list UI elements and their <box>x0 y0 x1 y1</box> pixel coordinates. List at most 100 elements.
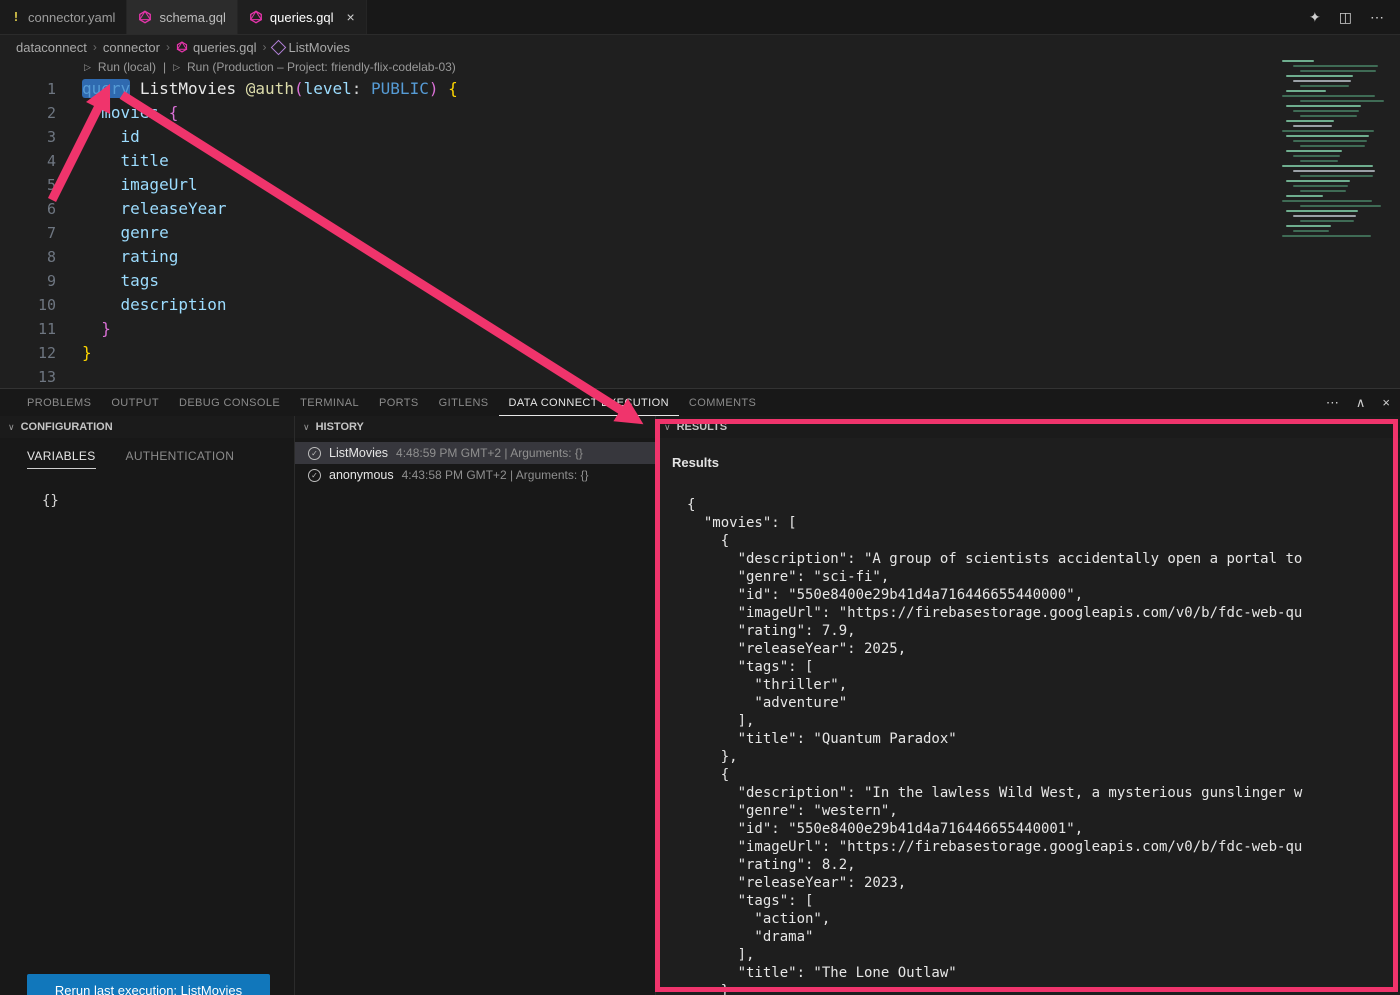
minimap-line <box>1300 175 1373 177</box>
minimap-line <box>1293 110 1359 112</box>
run-play-icon: ▷ <box>173 62 180 73</box>
history-entry-name: ListMovies <box>329 446 388 460</box>
tab-queries-gql[interactable]: queries.gql × <box>238 0 367 34</box>
more-actions-icon[interactable]: ⋯ <box>1326 395 1339 411</box>
code-line: 10 description <box>0 293 1270 317</box>
code-lines: 1query ListMovies @auth(level: PUBLIC) {… <box>0 77 1270 388</box>
minimap-line <box>1293 215 1356 217</box>
more-actions-icon[interactable]: ⋯ <box>1370 9 1384 26</box>
line-number: 10 <box>0 293 82 317</box>
tab-connector-yaml[interactable]: ! connector.yaml <box>0 0 127 34</box>
minimap-line <box>1282 95 1375 97</box>
history-entry[interactable]: ✓anonymous4:43:58 PM GMT+2 | Arguments: … <box>295 464 655 486</box>
tab-schema-gql[interactable]: schema.gql <box>127 0 237 34</box>
breadcrumb-separator-icon: › <box>166 40 170 54</box>
run-local-link[interactable]: Run (local) <box>98 60 156 74</box>
minimap-line <box>1300 220 1354 222</box>
breadcrumb-item-connector[interactable]: connector <box>103 40 160 55</box>
configuration-header[interactable]: ∨ CONFIGURATION <box>0 416 294 438</box>
panel-tab-bar: PROBLEMSOUTPUTDEBUG CONSOLETERMINALPORTS… <box>0 389 1270 416</box>
close-icon[interactable]: × <box>347 10 355 24</box>
minimap-line <box>1300 190 1346 192</box>
minimap-line <box>1282 165 1373 167</box>
results-subtitle: Results <box>672 455 1400 470</box>
minimap-line <box>1286 210 1358 212</box>
panel-tab-gitlens[interactable]: GITLENS <box>429 389 499 416</box>
line-number: 6 <box>0 197 82 221</box>
minimap-line <box>1282 200 1372 202</box>
line-number: 3 <box>0 125 82 149</box>
results-json-output[interactable]: { "movies": [ { "description": "A group … <box>687 496 1400 995</box>
minimap-line <box>1300 115 1357 117</box>
run-production-link[interactable]: Run (Production – Project: friendly-flix… <box>187 60 456 74</box>
highlighted-word: query <box>82 79 130 98</box>
line-number: 8 <box>0 245 82 269</box>
line-number: 5 <box>0 173 82 197</box>
code-editor[interactable]: ▷ Run (local) | ▷ Run (Production – Proj… <box>0 58 1400 388</box>
minimap-line <box>1293 155 1340 157</box>
minimap-line <box>1286 75 1353 77</box>
panel-tab-comments[interactable]: COMMENTS <box>679 389 766 416</box>
line-number: 9 <box>0 269 82 293</box>
breadcrumb-item-dataconnect[interactable]: dataconnect <box>16 40 87 55</box>
line-number: 11 <box>0 317 82 341</box>
rerun-last-execution-button[interactable]: Rerun last execution: ListMovies <box>27 974 270 995</box>
tab-label: schema.gql <box>159 10 225 25</box>
code-line: 2 movies { <box>0 101 1270 125</box>
minimap-line <box>1286 105 1361 107</box>
results-header[interactable]: ∨ RESULTS <box>656 416 1400 438</box>
line-number: 1 <box>0 77 82 101</box>
history-entry-meta: 4:48:59 PM GMT+2 | Arguments: {} <box>396 446 583 460</box>
breadcrumb-item-listmovies[interactable]: ListMovies <box>273 40 350 55</box>
tab-authentication[interactable]: AUTHENTICATION <box>126 449 235 469</box>
success-check-icon: ✓ <box>308 447 321 460</box>
panel-tab-debug-console[interactable]: DEBUG CONSOLE <box>169 389 290 416</box>
bottom-panel: PROBLEMSOUTPUTDEBUG CONSOLETERMINALPORTS… <box>0 388 1400 995</box>
code-line: 1query ListMovies @auth(level: PUBLIC) { <box>0 77 1270 101</box>
code-line: 11 } <box>0 317 1270 341</box>
code-line: 6 releaseYear <box>0 197 1270 221</box>
copilot-icon[interactable]: ✦ <box>1309 9 1321 26</box>
panel-tab-terminal[interactable]: TERMINAL <box>290 389 369 416</box>
minimap-line <box>1300 85 1349 87</box>
codelens-bar: ▷ Run (local) | ▷ Run (Production – Proj… <box>84 60 456 74</box>
code-line: 9 tags <box>0 269 1270 293</box>
panel-tab-data-connect-execution[interactable]: DATA CONNECT EXECUTION <box>499 389 679 416</box>
history-section: ∨ HISTORY ✓ ListMovies 4:48:59 PM GMT+2 | … <box>295 416 656 995</box>
code-line: 3 id <box>0 125 1270 149</box>
history-entry[interactable]: ✓ ListMovies 4:48:59 PM GMT+2 | Arguments:… <box>295 442 655 464</box>
code-line: 8 rating <box>0 245 1270 269</box>
breadcrumb-item-queries-gql[interactable]: queries.gql <box>176 40 257 55</box>
minimap-line <box>1286 195 1323 197</box>
tab-variables[interactable]: VARIABLES <box>27 449 96 469</box>
split-editor-icon[interactable]: ◫ <box>1339 9 1352 26</box>
code-line: 12} <box>0 341 1270 365</box>
configuration-tabs: VARIABLES AUTHENTICATION <box>0 438 294 469</box>
section-title: HISTORY <box>316 421 364 433</box>
panel-tab-output[interactable]: OUTPUT <box>101 389 169 416</box>
line-number: 13 <box>0 365 82 388</box>
minimap-line <box>1286 225 1331 227</box>
code-line: 5 imageUrl <box>0 173 1270 197</box>
chevron-down-icon: ∨ <box>303 422 310 433</box>
tab-label: queries.gql <box>270 10 334 25</box>
breadcrumb: dataconnect › connector › queries.gql › … <box>0 36 1400 58</box>
code-line: 7 genre <box>0 221 1270 245</box>
line-number: 7 <box>0 221 82 245</box>
line-number: 12 <box>0 341 82 365</box>
close-panel-icon[interactable]: × <box>1382 395 1390 410</box>
tab-label: connector.yaml <box>28 10 115 25</box>
maximize-panel-icon[interactable]: ∧ <box>1356 395 1366 411</box>
panel-tab-ports[interactable]: PORTS <box>369 389 429 416</box>
history-header[interactable]: ∨ HISTORY <box>295 416 655 438</box>
success-check-icon: ✓ <box>308 469 321 482</box>
panel-tab-problems[interactable]: PROBLEMS <box>17 389 101 416</box>
minimap-line <box>1286 90 1326 92</box>
history-entry-name: anonymous <box>329 468 394 482</box>
variables-editor[interactable]: {} <box>42 493 294 509</box>
minimap[interactable] <box>1282 58 1398 242</box>
yaml-file-icon: ! <box>11 10 21 24</box>
editor-actions: ✦ ◫ ⋯ <box>1309 0 1400 34</box>
run-play-icon: ▷ <box>84 62 91 73</box>
minimap-line <box>1300 160 1338 162</box>
